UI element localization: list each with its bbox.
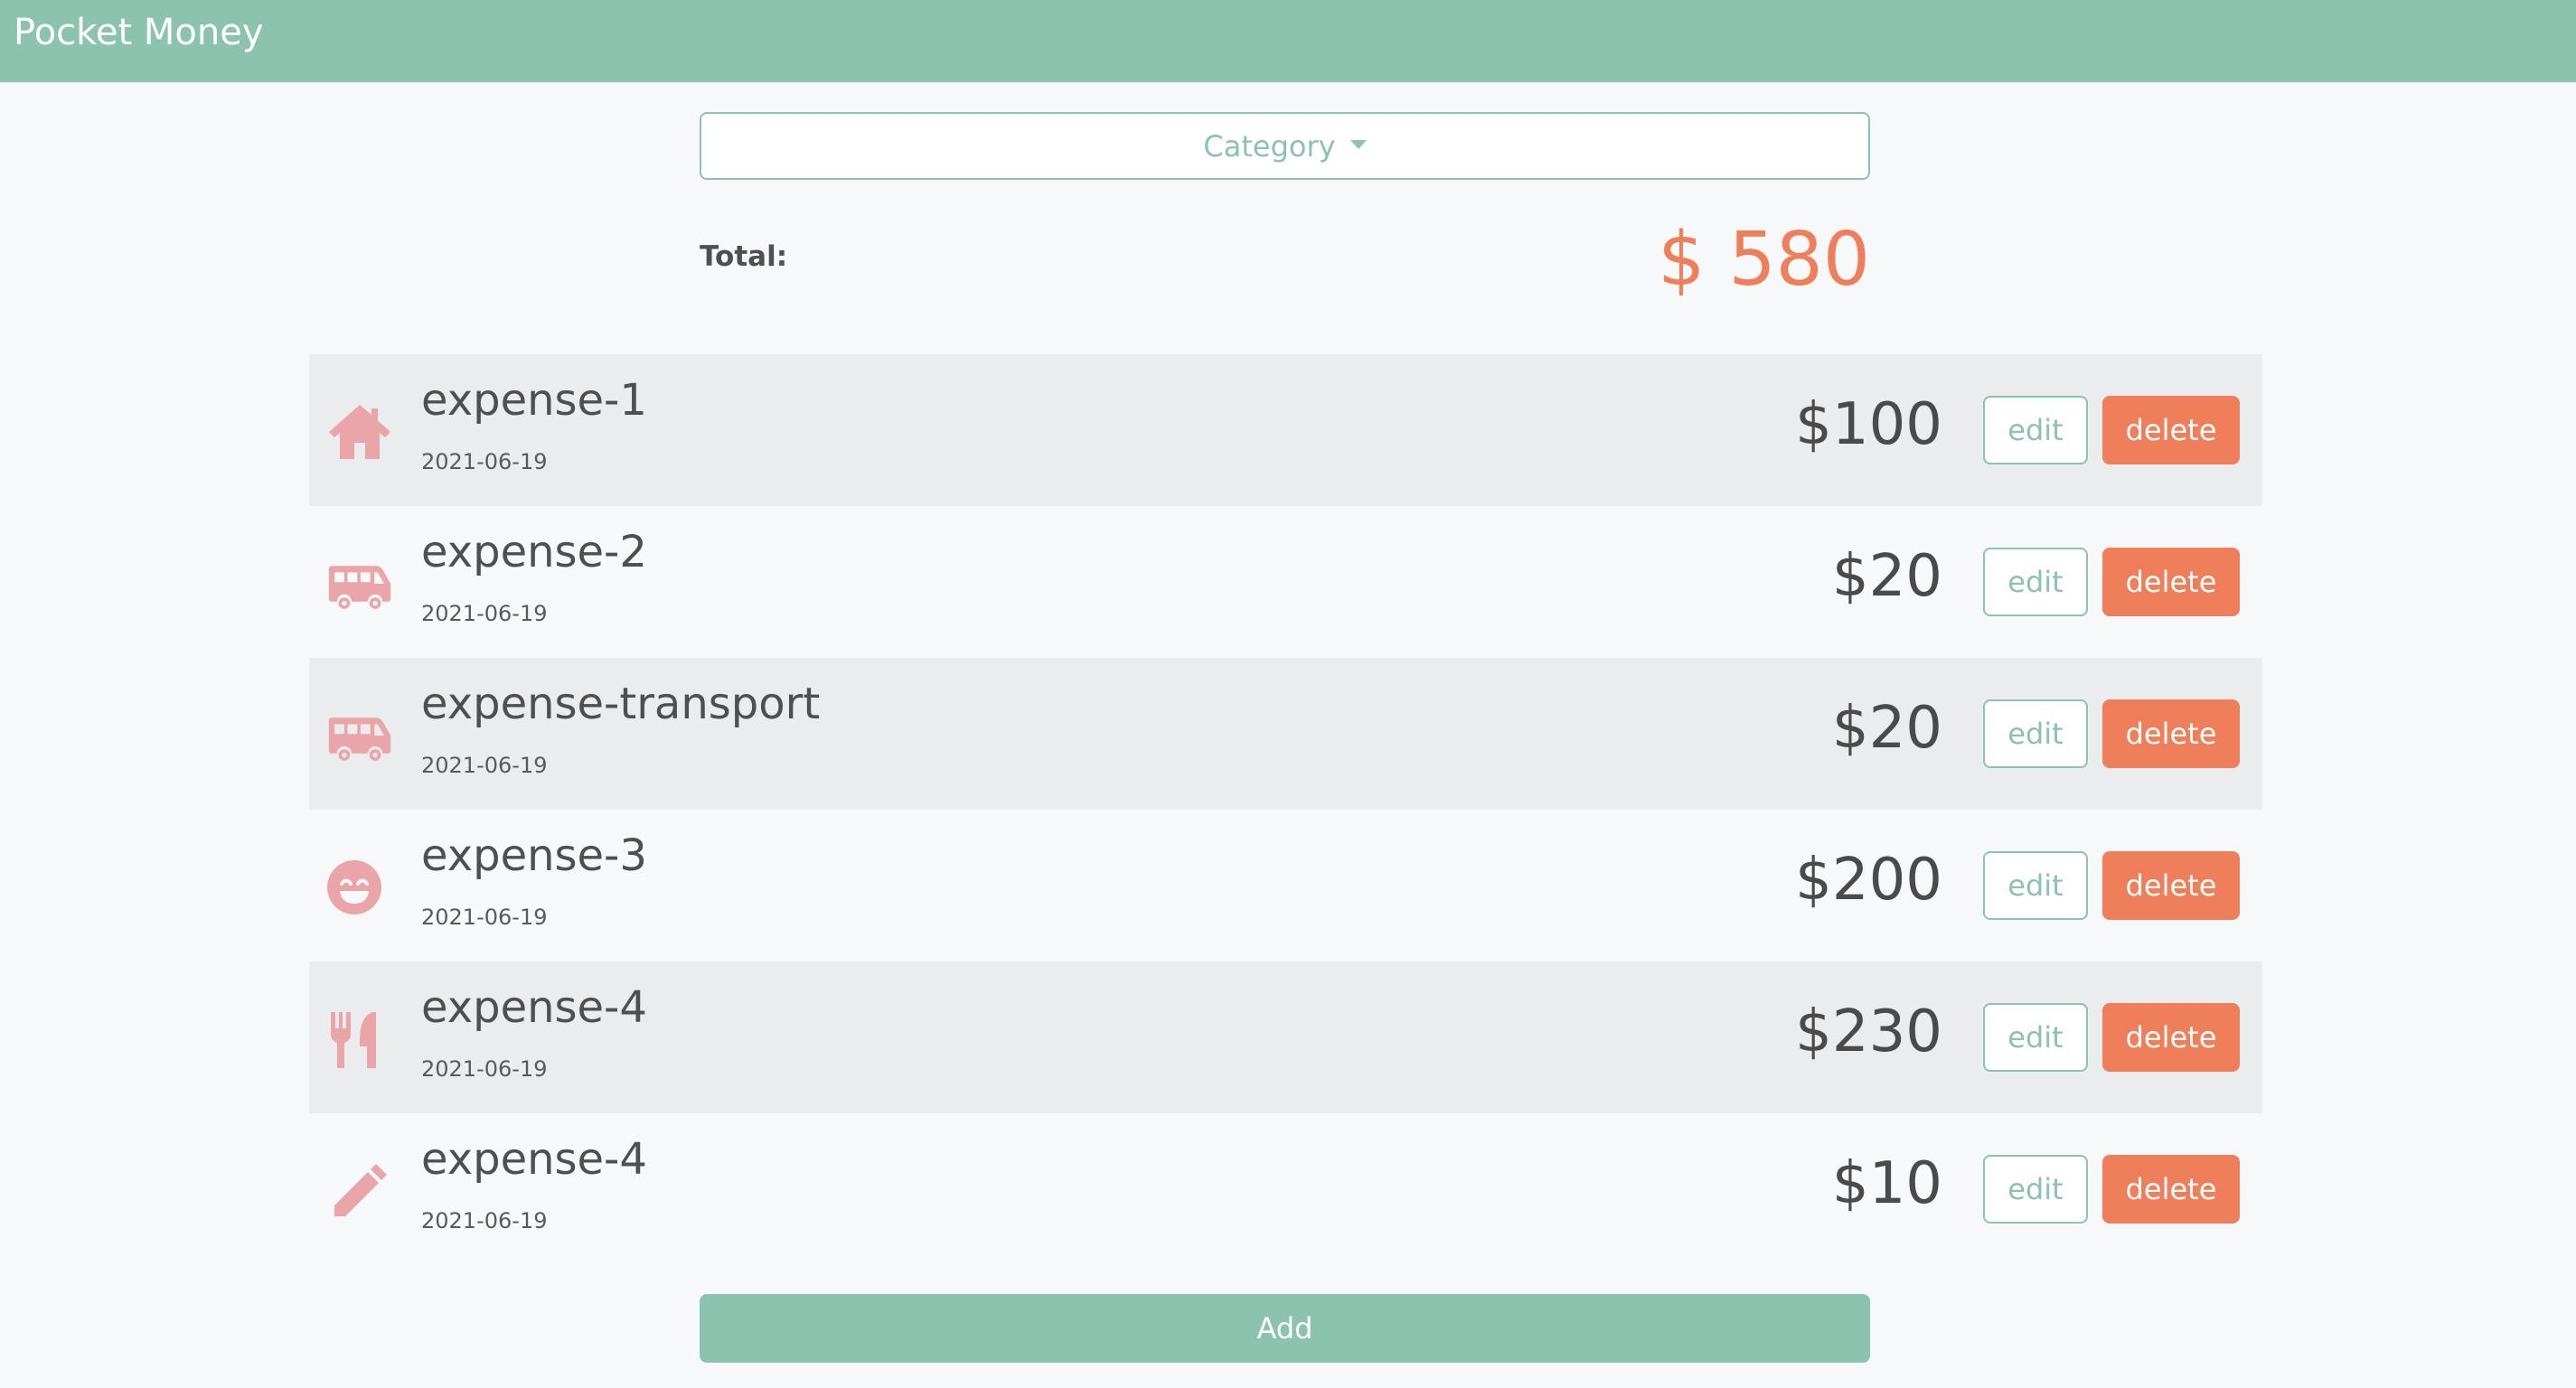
edit-button[interactable]: edit — [1983, 396, 2088, 464]
edit-button[interactable]: edit — [1983, 1155, 2088, 1224]
expense-date: 2021-06-19 — [421, 1056, 548, 1082]
expense-row: expense-4 2021-06-19 $230 edit delete — [309, 961, 2262, 1113]
delete-button[interactable]: delete — [2102, 851, 2240, 920]
expense-amount: $10 — [1831, 1150, 1942, 1217]
expense-date: 2021-06-19 — [421, 449, 548, 474]
expense-title: expense-transport — [421, 679, 821, 729]
expense-amount: $20 — [1831, 543, 1942, 610]
delete-button[interactable]: delete — [2102, 1155, 2240, 1224]
delete-button[interactable]: delete — [2102, 699, 2240, 768]
category-dropdown[interactable]: Category — [700, 112, 1870, 180]
expense-date: 2021-06-19 — [421, 1208, 548, 1233]
bus-icon — [327, 551, 392, 616]
expense-row: expense-transport 2021-06-19 $20 edit de… — [309, 658, 2262, 810]
expense-amount: $200 — [1795, 847, 1942, 914]
edit-button[interactable]: edit — [1983, 1003, 2088, 1072]
app-title[interactable]: Pocket Money — [14, 9, 264, 56]
expense-amount: $100 — [1795, 391, 1942, 458]
total-label: Total: — [700, 240, 788, 273]
total-value: $ 580 — [1658, 217, 1870, 303]
add-button[interactable]: Add — [700, 1294, 1870, 1363]
category-dropdown-label: Category — [1203, 128, 1336, 164]
edit-button[interactable]: edit — [1983, 851, 2088, 920]
expense-date: 2021-06-19 — [421, 905, 548, 930]
home-icon — [327, 399, 392, 464]
pencil-icon — [327, 1158, 392, 1224]
expense-row: expense-3 2021-06-19 $200 edit delete — [309, 810, 2262, 961]
expense-title: expense-1 — [421, 375, 647, 426]
navbar: Pocket Money — [0, 0, 2576, 82]
delete-button[interactable]: delete — [2102, 1003, 2240, 1072]
delete-button[interactable]: delete — [2102, 396, 2240, 464]
utensils-icon — [327, 1007, 392, 1072]
smile-icon — [327, 855, 392, 920]
expense-amount: $230 — [1795, 999, 1942, 1065]
expense-amount: $20 — [1831, 695, 1942, 762]
edit-button[interactable]: edit — [1983, 548, 2088, 616]
expense-title: expense-3 — [421, 830, 647, 881]
expense-list: expense-1 2021-06-19 $100 edit delete ex… — [309, 354, 2262, 1265]
bus-icon — [327, 703, 392, 768]
edit-button[interactable]: edit — [1983, 699, 2088, 768]
expense-row: expense-1 2021-06-19 $100 edit delete — [309, 354, 2262, 506]
expense-date: 2021-06-19 — [421, 753, 548, 778]
expense-title: expense-2 — [421, 527, 647, 577]
expense-title: expense-4 — [421, 1134, 647, 1185]
expense-title: expense-4 — [421, 982, 647, 1033]
caret-down-icon — [1349, 139, 1367, 149]
expense-row: expense-4 2021-06-19 $10 edit delete — [309, 1113, 2262, 1265]
expense-row: expense-2 2021-06-19 $20 edit delete — [309, 506, 2262, 658]
expense-date: 2021-06-19 — [421, 601, 548, 626]
delete-button[interactable]: delete — [2102, 548, 2240, 616]
